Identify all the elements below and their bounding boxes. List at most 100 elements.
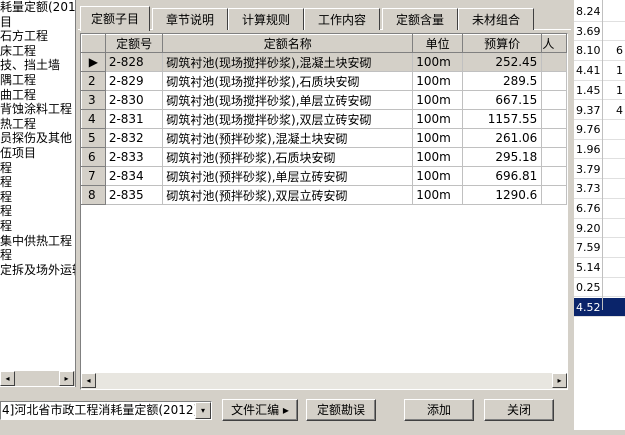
cell-unit[interactable]: 100m <box>412 185 463 205</box>
table-row[interactable]: 2 2-829 砌筑衬池(现场搅拌砂浆),石质块安砌 100m 289.5 <box>81 71 567 91</box>
tree-item[interactable]: 程 <box>0 219 75 234</box>
cell-labor[interactable] <box>541 147 567 167</box>
chevron-down-icon[interactable]: ▾ <box>195 402 211 419</box>
tree-item[interactable]: 目 <box>0 15 75 30</box>
right-value-cell[interactable]: 3.69 <box>574 22 625 42</box>
cell-name[interactable]: 砌筑衬池(预拌砂浆),混凝土块安砌 <box>162 128 414 148</box>
col-header-labor[interactable]: 人 <box>541 34 567 53</box>
tree-item[interactable]: 程 <box>0 190 75 205</box>
row-number[interactable]: 3 <box>81 90 106 110</box>
cell-labor[interactable] <box>541 90 567 110</box>
cell-unit[interactable]: 100m <box>412 109 463 129</box>
right-value-cell[interactable]: 4.41 1 <box>574 61 625 81</box>
grid-scroll-left-icon[interactable]: ◂ <box>81 373 96 388</box>
tree-item[interactable]: 程 <box>0 248 75 263</box>
col-header-unit[interactable]: 单位 <box>412 34 463 53</box>
quota-library-select[interactable]: 4]河北省市政工程消耗量定额(2012) ▾ <box>0 401 212 420</box>
cell-name[interactable]: 砌筑衬池(现场搅拌砂浆),双层立砖安砌 <box>162 109 414 129</box>
tab-work-content[interactable]: 工作内容 <box>304 8 380 30</box>
tree-item[interactable]: 技、挡土墙 <box>0 58 75 73</box>
right-value-cell[interactable]: 6.76 <box>574 199 625 219</box>
close-button[interactable]: 关闭 <box>484 399 554 421</box>
cell-price[interactable]: 295.18 <box>462 147 543 167</box>
tree-item[interactable]: 耗量定额(2012 <box>0 0 75 15</box>
row-number[interactable]: 4 <box>81 109 106 129</box>
table-row[interactable]: 4 2-831 砌筑衬池(现场搅拌砂浆),双层立砖安砌 100m 1157.55 <box>81 109 567 129</box>
cell-code[interactable]: 2-830 <box>105 90 164 110</box>
scroll-right-icon[interactable]: ▸ <box>59 371 74 386</box>
cell-code[interactable]: 2-834 <box>105 166 164 186</box>
cell-price[interactable]: 1290.6 <box>462 185 543 205</box>
cell-code[interactable]: 2-831 <box>105 109 164 129</box>
cell-name[interactable]: 砌筑衬池(预拌砂浆),双层立砖安砌 <box>162 185 414 205</box>
cell-code[interactable]: 2-832 <box>105 128 164 148</box>
cell-unit[interactable]: 100m <box>412 147 463 167</box>
tree-item[interactable]: 背蚀涂料工程 <box>0 102 75 117</box>
tab-calc-rules[interactable]: 计算规则 <box>228 8 304 30</box>
tab-quota-content[interactable]: 定额含量 <box>382 8 458 30</box>
cell-price[interactable]: 289.5 <box>462 71 543 91</box>
cell-price[interactable]: 1157.55 <box>462 109 543 129</box>
right-value-cell[interactable]: 9.76 <box>574 120 625 140</box>
grid-horizontal-scrollbar[interactable]: ◂ ▸ <box>81 373 567 389</box>
cell-labor[interactable] <box>541 71 567 91</box>
tree-horizontal-scrollbar[interactable]: ◂ ▸ <box>0 370 75 386</box>
tab-material-combo[interactable]: 未材组合 <box>458 8 534 30</box>
cell-unit[interactable]: 100m <box>412 52 463 72</box>
cell-name[interactable]: 砌筑衬池(现场搅拌砂浆),单层立砖安砌 <box>162 90 414 110</box>
tab-quota-items[interactable]: 定额子目 <box>80 6 150 31</box>
row-number[interactable]: 2 <box>81 71 106 91</box>
cell-name[interactable]: 砌筑衬池(预拌砂浆),石质块安砌 <box>162 147 414 167</box>
cell-price[interactable]: 261.06 <box>462 128 543 148</box>
tree-item[interactable]: 程 <box>0 161 75 176</box>
tree-item[interactable]: 程 <box>0 175 75 190</box>
scroll-left-icon[interactable]: ◂ <box>0 371 15 386</box>
row-number[interactable]: 8 <box>81 185 106 205</box>
table-row[interactable]: 8 2-835 砌筑衬池(预拌砂浆),双层立砖安砌 100m 1290.6 <box>81 185 567 205</box>
right-value-cell[interactable]: 9.37 4 <box>574 101 625 120</box>
table-row[interactable]: ▶ 2-828 砌筑衬池(现场搅拌砂浆),混凝土块安砌 100m 252.45 <box>81 52 567 72</box>
file-summary-button[interactable]: 文件汇编 ▸ <box>222 399 298 421</box>
quota-grid[interactable]: 定额号 定额名称 单位 预算价 人 ▶ 2-828 砌筑衬池(现场搅拌砂浆),混凝土… <box>80 33 568 390</box>
tree-item[interactable]: 曲工程 <box>0 88 75 103</box>
table-row[interactable]: 6 2-833 砌筑衬池(预拌砂浆),石质块安砌 100m 295.18 <box>81 147 567 167</box>
right-value-cell[interactable]: 5.14 <box>574 258 625 278</box>
cell-name[interactable]: 砌筑衬池(现场搅拌砂浆),混凝土块安砌 <box>162 52 414 72</box>
right-value-cell[interactable]: 9.20 <box>574 219 625 239</box>
right-value-cell[interactable]: 7.59 <box>574 238 625 258</box>
tree-item[interactable]: 程 <box>0 204 75 219</box>
cell-price[interactable]: 667.15 <box>462 90 543 110</box>
tree-item[interactable]: 定拆及场外运输 <box>0 263 75 278</box>
right-value-cell[interactable]: 1.45 1 <box>574 81 625 101</box>
cell-labor[interactable] <box>541 128 567 148</box>
quota-errata-button[interactable]: 定额勘误 <box>306 399 376 421</box>
cell-labor[interactable] <box>541 166 567 186</box>
tree-item[interactable]: 热工程 <box>0 117 75 132</box>
add-button[interactable]: 添加 <box>404 399 474 421</box>
current-row-icon[interactable]: ▶ <box>81 52 106 72</box>
col-header-price[interactable]: 预算价 <box>461 34 543 53</box>
cell-code[interactable]: 2-829 <box>105 71 164 91</box>
right-value-cell[interactable]: 8.24 <box>574 2 625 22</box>
col-header-name[interactable]: 定额名称 <box>162 34 414 53</box>
tree-item[interactable]: 石方工程 <box>0 29 75 44</box>
tree-item[interactable]: 床工程 <box>0 44 75 59</box>
cell-price[interactable]: 696.81 <box>462 166 543 186</box>
right-value-cell[interactable]: 3.73 <box>574 179 625 199</box>
grid-scroll-right-icon[interactable]: ▸ <box>552 373 567 388</box>
col-header-code[interactable]: 定额号 <box>104 34 164 53</box>
cell-labor[interactable] <box>541 109 567 129</box>
right-value-cell[interactable]: 3.79 <box>574 160 625 180</box>
table-row[interactable]: 7 2-834 砌筑衬池(预拌砂浆),单层立砖安砌 100m 696.81 <box>81 166 567 186</box>
cell-name[interactable]: 砌筑衬池(预拌砂浆),单层立砖安砌 <box>162 166 414 186</box>
tree-item[interactable]: 员探伤及其他 <box>0 131 75 146</box>
table-row[interactable]: 5 2-832 砌筑衬池(预拌砂浆),混凝土块安砌 100m 261.06 <box>81 128 567 148</box>
cell-unit[interactable]: 100m <box>412 90 463 110</box>
row-number[interactable]: 5 <box>81 128 106 148</box>
tab-chapter-notes[interactable]: 章节说明 <box>152 8 228 30</box>
right-value-cell[interactable]: 8.10 6 <box>574 41 625 61</box>
row-number[interactable]: 6 <box>81 147 106 167</box>
cell-labor[interactable] <box>541 52 567 72</box>
tree-item[interactable]: 集中供热工程 <box>0 234 75 249</box>
quota-tree[interactable]: 耗量定额(2012 目石方工程 床工程 技、挡土墙 隅工程 曲工程 背蚀涂料工程 热工程 员探伤… <box>0 0 76 387</box>
